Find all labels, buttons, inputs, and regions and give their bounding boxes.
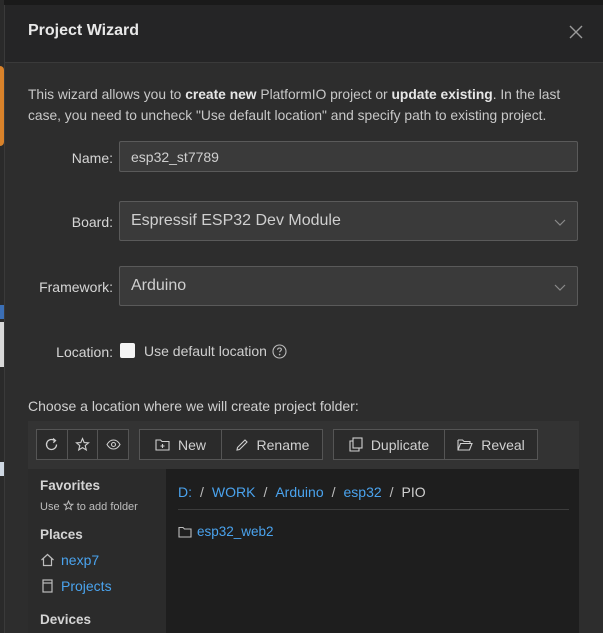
folder-plus-icon [155,439,170,451]
folder-browser: New Rename Duplicate Reveal Favorites Us… [28,421,579,633]
help-circle-icon[interactable] [272,344,287,359]
new-folder-button[interactable]: New [140,430,222,459]
new-button-label: New [177,436,206,453]
favorites-hint-text: Use [40,501,60,513]
dialog-header: Project Wizard [5,5,603,63]
board-select-value: Espressif ESP32 Dev Module [131,212,341,229]
duplicate-button[interactable]: Duplicate [334,430,445,459]
star-icon [62,499,74,511]
description-emphasis: update existing [391,87,493,102]
eye-icon [106,439,121,450]
place-item-projects[interactable]: Projects [40,578,112,594]
breadcrumb-item[interactable]: esp32 [344,484,382,500]
chevron-down-icon [554,284,566,291]
browser-toolbar: New Rename Duplicate Reveal [28,421,579,469]
description-emphasis: create new [185,87,257,102]
description-text: PlatformIO project or [256,87,392,102]
chevron-down-icon [554,219,566,226]
wizard-description: This wizard allows you to create new Pla… [28,84,588,126]
location-label: Location: [56,344,113,360]
use-default-location-label[interactable]: Use default location [144,343,267,359]
name-label: Name: [71,150,113,166]
reveal-button[interactable]: Reveal [445,430,537,459]
use-default-location-checkbox[interactable] [120,343,135,358]
breadcrumb-separator: / [263,484,268,500]
description-text: This wizard allows you to [28,87,186,102]
favorites-hint: Use to add folder [40,499,138,513]
place-item-label: Projects [61,578,112,594]
browser-sidebar: Favorites Use to add folder Places nexp7… [28,469,166,633]
breadcrumb-item[interactable]: D: [178,484,192,500]
pencil-icon [235,438,248,451]
place-item-home[interactable]: nexp7 [40,552,99,568]
show-hidden-button[interactable] [98,430,128,459]
board-select[interactable]: Espressif ESP32 Dev Module [119,201,578,241]
breadcrumb-separator: / [389,484,394,500]
folder-item-label: esp32_web2 [197,524,274,539]
folder-item[interactable]: esp32_web2 [178,524,274,539]
reveal-button-label: Reveal [481,436,525,453]
toolbar-icon-group [36,429,129,460]
duplicate-button-label: Duplicate [370,436,430,453]
breadcrumb-current: PIO [401,484,426,500]
refresh-button[interactable] [37,430,68,459]
close-icon[interactable] [566,22,586,42]
favorites-hint-text: to add folder [76,501,138,513]
star-icon [75,437,90,452]
copy-icon [349,437,363,452]
choose-location-text: Choose a location where we will create p… [28,398,359,414]
breadcrumb-divider [178,509,569,510]
framework-label: Framework: [39,279,113,295]
devices-heading: Devices [40,612,92,627]
folder-open-icon [457,439,474,451]
breadcrumb: D: / WORK / Arduino / esp32 / PIO [178,484,426,500]
breadcrumb-item[interactable]: Arduino [275,484,323,500]
folder-icon [178,526,192,538]
rename-button[interactable]: Rename [222,430,322,459]
breadcrumb-item[interactable]: WORK [212,484,256,500]
places-heading: Places [40,527,83,542]
toolbar-action-group: Duplicate Reveal [333,429,538,460]
project-name-input[interactable]: esp32_st7789 [119,141,578,172]
place-item-label: nexp7 [61,552,100,568]
breadcrumb-separator: / [331,484,336,500]
breadcrumb-separator: / [200,484,204,500]
dialog-title: Project Wizard [28,22,139,39]
refresh-icon [46,437,58,451]
toolbar-file-group: New Rename [139,429,323,460]
favorites-heading: Favorites [40,478,101,493]
file-icon [42,579,53,593]
favorite-button[interactable] [68,430,99,459]
framework-select-value: Arduino [131,277,187,294]
framework-select[interactable]: Arduino [119,266,578,306]
board-label: Board: [71,214,113,230]
rename-button-label: Rename [256,436,310,453]
home-icon [41,553,54,567]
project-wizard-dialog: Project Wizard This wizard allows you to… [4,5,603,633]
